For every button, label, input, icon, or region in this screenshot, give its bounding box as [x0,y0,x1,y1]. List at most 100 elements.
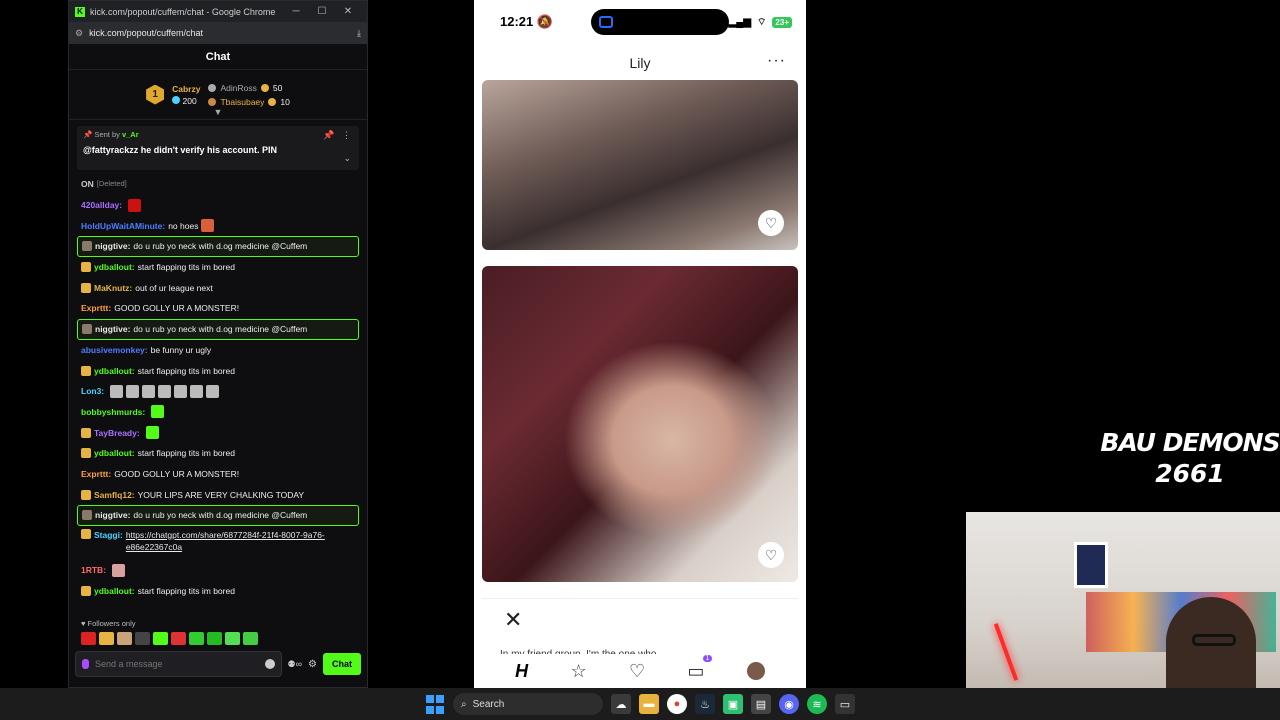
tab-home-icon[interactable]: H [515,661,528,682]
profile-photo[interactable]: ♡ [482,80,798,250]
profile-photo[interactable]: ♡ [482,266,798,582]
chat-link[interactable]: https://chatgpt.com/share/6877284f-21f4-… [126,529,355,553]
points-icon[interactable]: ⚉∞ [288,659,302,670]
gifter-row[interactable]: Tbaisubaey 10 [208,97,290,107]
widget-icon[interactable]: ☁ [611,694,631,714]
emote[interactable] [81,632,96,645]
chat-message[interactable]: niggtive: do u rub yo neck with d.og medi… [77,318,359,340]
chat-message[interactable]: HoldUpWaitAMinute: no hoes [77,215,359,236]
more-options-icon[interactable]: ··· [767,52,786,70]
site-info-icon[interactable]: ⚙ [75,28,83,39]
chat-username[interactable]: ydballout: [94,261,135,273]
download-icon[interactable]: ⤓ [357,28,361,39]
chat-username[interactable]: ydballout: [94,447,135,459]
emote[interactable] [243,632,258,645]
chat-username[interactable]: HoldUpWaitAMinute: [81,220,165,232]
chat-message[interactable]: ydballout: start flapping tits im bored [77,257,359,278]
address-bar[interactable]: ⚙ kick.com/popout/cuffem/chat ⤓ [69,22,367,44]
emote[interactable] [135,632,150,645]
notification-badge: 1 [702,654,713,662]
emoji-icon[interactable] [264,659,275,669]
taskbar-search[interactable]: ⌕ Search [453,693,603,715]
chat-message[interactable]: Exprttt: GOOD GOLLY UR A MONSTER! [77,298,359,319]
chat-username[interactable]: niggtive: [95,323,130,335]
chat-username[interactable]: ydballout: [94,365,135,377]
emote[interactable] [153,632,168,645]
chat-message[interactable]: MaKnutz: out of ur league next [77,277,359,298]
chat-username[interactable]: ON [81,178,94,190]
chat-message[interactable]: abusivemonkey: be funny ur ugly [77,340,359,361]
send-chat-button[interactable]: Chat [323,653,361,675]
chat-username[interactable]: Exprttt: [81,468,111,480]
chat-username[interactable]: abusivemonkey: [81,344,148,356]
close-button[interactable]: ✕ [335,6,361,17]
clock: 12:21 🔕 [500,14,554,29]
tab-matches-chat-icon[interactable]: ▭ 1 [687,654,713,682]
close-icon[interactable]: ✕ [504,607,522,633]
chat-message[interactable]: niggtive: do u rub yo neck with d.og medi… [77,236,359,257]
chat-message[interactable]: ydballout: start flapping tits im bored [77,580,359,601]
chat-message[interactable]: Staggi: https://chatgpt.com/share/6877284… [77,526,359,560]
emote[interactable] [117,632,132,645]
chat-message[interactable]: bobbyshmurds: [77,402,359,423]
tab-profile[interactable] [746,662,765,680]
chat-username[interactable]: ydballout: [94,585,135,597]
heart-icon[interactable]: ♡ [758,542,784,568]
chat-message[interactable]: Lon3: [77,381,359,402]
chat-username[interactable]: Staggi: [94,529,123,541]
chat-message[interactable]: niggtive: do u rub yo neck with d.og medi… [77,505,359,526]
emote[interactable] [99,632,114,645]
tab-standouts-star-icon[interactable]: ☆ [570,661,586,682]
emote [174,384,188,398]
gear-icon[interactable]: ⚙ [308,659,317,670]
chat-message[interactable]: TayBready: [77,422,359,443]
collapse-chevron-icon[interactable]: ▼ [214,107,223,117]
pin-menu-icon[interactable]: 📌 ⋮ [323,130,351,141]
minimize-button[interactable]: ─ [283,6,309,17]
emote[interactable] [207,632,222,645]
chat-username[interactable]: Exprttt: [81,302,111,314]
emote[interactable] [189,632,204,645]
pinned-message[interactable]: 📌 Sent by v_Ar @fattyrackzz he didn't ve… [77,126,359,170]
app-icon[interactable]: ▤ [751,694,771,714]
chat-username[interactable]: niggtive: [95,509,130,521]
chat-username[interactable]: 420allday: [81,199,122,211]
goal-count: 2661 [1155,459,1225,488]
emote[interactable] [225,632,240,645]
discord-icon[interactable]: ◉ [779,694,799,714]
chat-message[interactable]: 420allday: [77,195,359,216]
maximize-button[interactable]: ☐ [309,6,335,17]
chat-message[interactable]: Samflq12: YOUR LIPS ARE VERY CHALKING TOD… [77,484,359,505]
chat-username[interactable]: niggtive: [95,240,130,252]
chat-username[interactable]: 1RTB: [81,564,106,576]
user-badge-icon [82,324,92,335]
signal-icon: ▂▄▆ [728,16,752,28]
terminal-icon[interactable]: ▭ [835,694,855,714]
gifter-row[interactable]: AdinRoss 50 [208,83,289,93]
app-icon[interactable]: ▣ [723,694,743,714]
chat-text: GOOD GOLLY UR A MONSTER! [114,468,240,479]
chat-username[interactable]: MaKnutz: [94,282,132,294]
top-gifter[interactable]: Cabrzy 200 [172,84,200,106]
chrome-icon[interactable]: ● [667,694,687,714]
heart-icon[interactable]: ♡ [758,210,784,236]
message-input[interactable] [95,659,259,669]
chat-username[interactable]: Lon3: [81,385,104,397]
file-explorer-icon[interactable]: ▬ [639,694,659,714]
emote[interactable] [171,632,186,645]
url-text[interactable]: kick.com/popout/cuffem/chat [89,28,357,38]
chat-message[interactable]: Exprttt: GOOD GOLLY UR A MONSTER! [77,464,359,485]
steam-icon[interactable]: ♨ [695,694,715,714]
chat-username[interactable]: TayBready: [94,427,140,439]
spotify-icon[interactable]: ≋ [807,694,827,714]
chat-message[interactable]: ydballout: start flapping tits im bored [77,443,359,464]
windows-start-icon[interactable] [425,694,445,714]
chat-username[interactable]: Samflq12: [94,489,135,501]
chat-message[interactable]: ON [Deleted] [77,174,359,195]
chat-message[interactable]: ydballout: start flapping tits im bored [77,360,359,381]
chat-username[interactable]: bobbyshmurds: [81,406,145,418]
tab-likes-heart-icon[interactable]: ♡ [629,661,645,682]
chevron-down-icon[interactable]: ⌄ [343,153,351,164]
message-input-box[interactable] [75,651,282,677]
chat-message[interactable]: 1RTB: [77,560,359,581]
